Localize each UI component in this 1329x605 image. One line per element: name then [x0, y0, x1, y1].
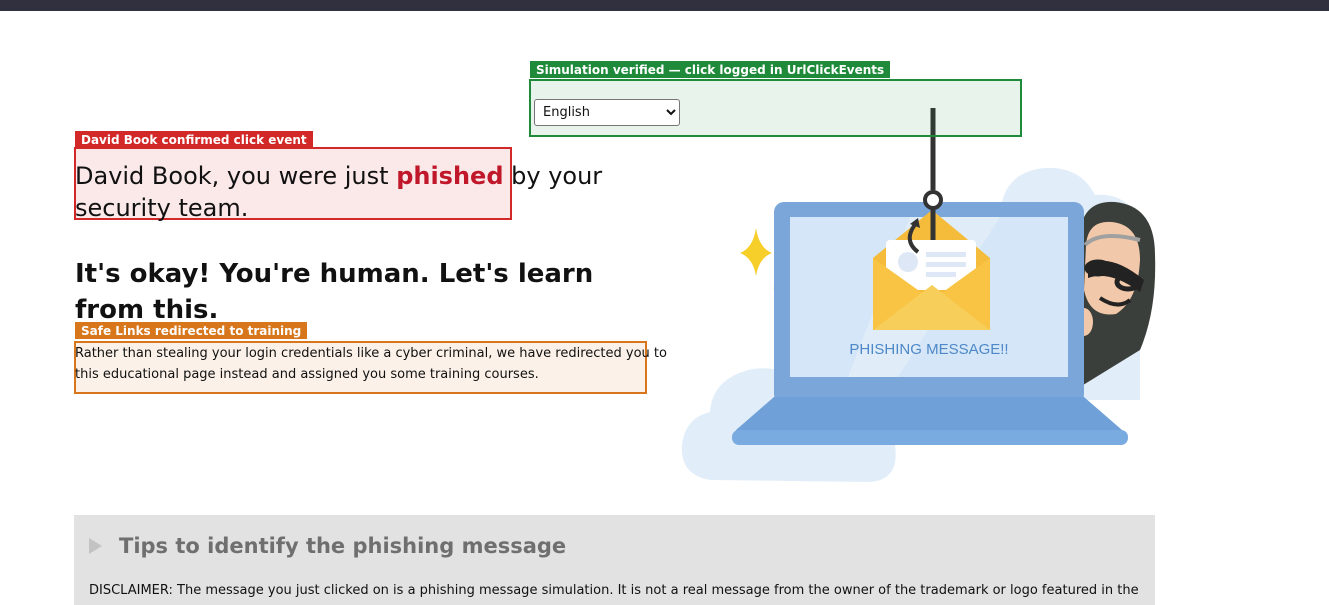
sparkle-icon: [740, 228, 772, 276]
disclaimer-text: DISCLAIMER: The message you just clicked…: [89, 583, 1139, 598]
tips-panel[interactable]: Tips to identify the phishing message DI…: [74, 515, 1155, 605]
tips-title[interactable]: Tips to identify the phishing message: [119, 531, 566, 561]
page-headline: David Book, you were just phished by you…: [75, 160, 675, 224]
click-event-annotation-tag: David Book confirmed click event: [75, 131, 313, 148]
phishing-message-caption: PHISHING MESSAGE!!: [849, 341, 1008, 358]
expand-arrow-icon[interactable]: [89, 538, 102, 554]
explanation-paragraph: Rather than stealing your login credenti…: [75, 346, 667, 382]
language-select[interactable]: English: [534, 99, 680, 126]
hacker-figure: [1075, 201, 1156, 390]
page-subheading: It's okay! You're human. Let's learn fro…: [75, 259, 594, 325]
verified-annotation-tag: Simulation verified — click logged in Ur…: [530, 61, 891, 78]
headline-prefix: David Book, you were just: [75, 162, 397, 190]
browser-top-bar: [0, 0, 1329, 11]
phishing-illustration: PHISHING MESSAGE!!: [681, 108, 1156, 482]
headline-emphasis: phished: [396, 162, 504, 190]
safe-links-annotation-tag: Safe Links redirected to training: [75, 322, 308, 339]
